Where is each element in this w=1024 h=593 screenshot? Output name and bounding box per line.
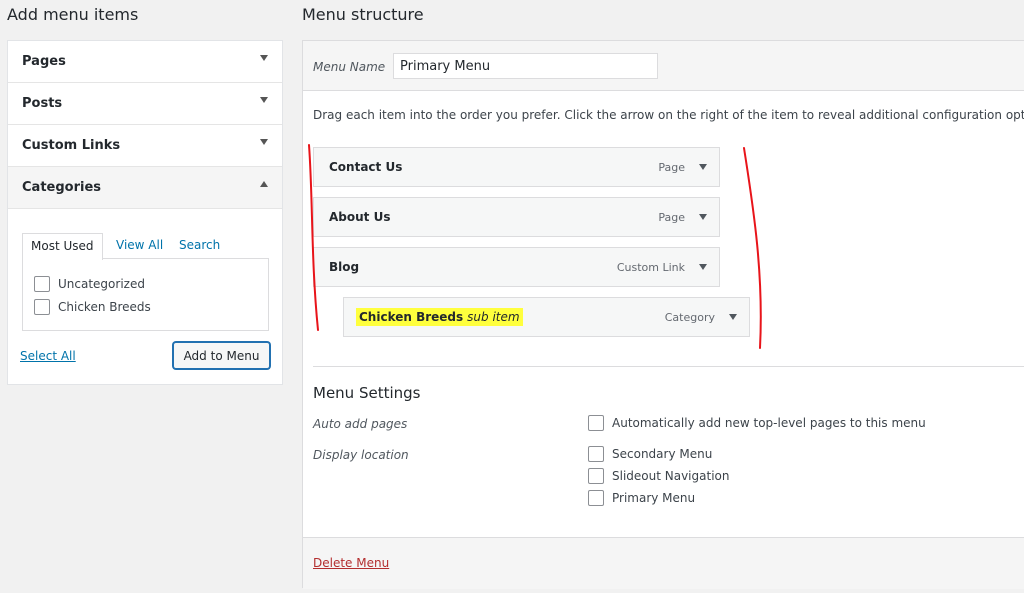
checkbox[interactable]	[588, 415, 604, 431]
category-label: Chicken Breeds	[58, 300, 151, 314]
sub-item-note: sub item	[467, 310, 520, 324]
menu-item-title: Chicken Breeds sub item	[356, 308, 523, 326]
select-all-link[interactable]: Select All	[20, 349, 76, 363]
auto-add-pages-option[interactable]: Automatically add new top-level pages to…	[588, 415, 926, 431]
menu-item-type: Page	[658, 211, 685, 224]
option-label: Primary Menu	[612, 491, 696, 505]
chevron-up-icon[interactable]	[260, 181, 268, 187]
highlight-marker: Chicken Breeds sub item	[356, 308, 523, 326]
option-label: Slideout Navigation	[612, 469, 730, 483]
menu-footer: Delete Menu	[303, 537, 1024, 589]
chevron-down-icon[interactable]	[729, 314, 737, 320]
location-primary-menu[interactable]: Primary Menu	[588, 490, 695, 506]
location-secondary-menu[interactable]: Secondary Menu	[588, 446, 712, 462]
divider	[313, 366, 1024, 367]
location-slideout-navigation[interactable]: Slideout Navigation	[588, 468, 729, 484]
tab-search[interactable]: Search	[171, 233, 228, 259]
menu-item-type: Page	[658, 161, 685, 174]
menu-structure-panel: Menu Name Drag each item into the order …	[302, 40, 1024, 589]
categories-checklist: Uncategorized Chicken Breeds	[22, 258, 269, 331]
tab-view-all[interactable]: View All	[108, 233, 171, 259]
instructions-text: Drag each item into the order you prefer…	[313, 108, 1024, 122]
option-label: Secondary Menu	[612, 447, 713, 461]
menu-structure-heading: Menu structure	[302, 5, 424, 24]
menu-item-blog[interactable]: Blog Custom Link	[313, 247, 720, 287]
accordion-posts-label: Posts	[22, 96, 63, 111]
category-label: Uncategorized	[58, 277, 145, 291]
delete-menu-link[interactable]: Delete Menu	[313, 556, 389, 570]
category-chicken-breeds[interactable]: Chicken Breeds	[34, 298, 151, 316]
accordion-custom-links-label: Custom Links	[22, 138, 121, 153]
menu-item-title: Blog	[329, 260, 360, 274]
accordion-custom-links[interactable]: Custom Links	[8, 125, 282, 167]
menu-item-chicken-breeds[interactable]: Chicken Breeds sub item Category	[343, 297, 750, 337]
checkbox[interactable]	[588, 490, 604, 506]
display-location-label: Display location	[313, 448, 409, 462]
menu-item-contact-us[interactable]: Contact Us Page	[313, 147, 720, 187]
checkbox[interactable]	[34, 299, 50, 315]
menu-item-title-text: Chicken Breeds	[359, 310, 464, 324]
menu-item-type: Custom Link	[616, 261, 685, 274]
checkbox[interactable]	[588, 446, 604, 462]
menu-settings-title: Menu Settings	[313, 384, 421, 402]
option-label: Automatically add new top-level pages to…	[612, 416, 926, 430]
chevron-down-icon[interactable]	[260, 55, 268, 61]
auto-add-pages-label: Auto add pages	[313, 417, 408, 431]
accordion-pages[interactable]: Pages	[8, 41, 282, 83]
add-menu-items-panel: Pages Posts Custom Links Categories Most…	[7, 40, 283, 385]
chevron-down-icon[interactable]	[699, 264, 707, 270]
menu-item-title: About Us	[329, 210, 391, 224]
category-uncategorized[interactable]: Uncategorized	[34, 275, 145, 293]
menu-item-about-us[interactable]: About Us Page	[313, 197, 720, 237]
checkbox[interactable]	[34, 276, 50, 292]
accordion-categories[interactable]: Categories	[8, 167, 282, 209]
menu-name-label: Menu Name	[313, 60, 386, 74]
menu-item-title: Contact Us	[329, 160, 403, 174]
add-menu-items-heading: Add menu items	[7, 5, 139, 24]
accordion-pages-label: Pages	[22, 54, 66, 69]
chevron-down-icon[interactable]	[260, 97, 268, 103]
menu-item-type: Category	[664, 311, 715, 324]
accordion-categories-label: Categories	[22, 180, 102, 195]
tab-most-used[interactable]: Most Used	[22, 233, 103, 260]
categories-body: Most Used View All Search Uncategorized …	[8, 209, 282, 385]
checkbox[interactable]	[588, 468, 604, 484]
chevron-down-icon[interactable]	[699, 214, 707, 220]
add-to-menu-button[interactable]: Add to Menu	[173, 342, 270, 369]
menu-name-input[interactable]	[393, 53, 658, 79]
accordion-posts[interactable]: Posts	[8, 83, 282, 125]
menu-name-bar: Menu Name	[303, 41, 1024, 91]
chevron-down-icon[interactable]	[699, 164, 707, 170]
chevron-down-icon[interactable]	[260, 139, 268, 145]
